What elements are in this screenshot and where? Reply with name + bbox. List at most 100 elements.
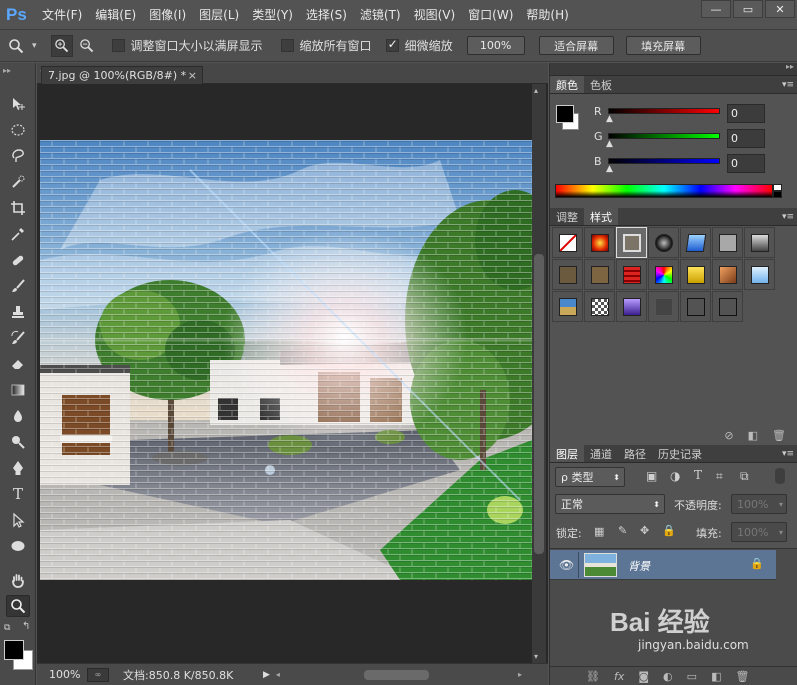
menu-filter[interactable]: 滤镜(T) (360, 6, 401, 23)
zoom-all-checkbox[interactable] (280, 39, 294, 52)
new-group-icon[interactable]: ▭ (687, 670, 697, 683)
layer-row-background[interactable]: 👁 背景 🔒 (550, 550, 776, 580)
layer-name[interactable]: 背景 (628, 558, 650, 574)
collapse-toolbar-icon[interactable]: ▸▸ (3, 66, 11, 75)
crop-tool-icon[interactable] (6, 197, 30, 219)
vertical-scroll-thumb[interactable] (534, 254, 544, 554)
brush-tool-icon[interactable] (6, 275, 30, 297)
lock-transparent-icon[interactable]: ▦ (594, 525, 604, 538)
style-dark-button-swatch[interactable] (648, 227, 679, 258)
scroll-up-arrow-icon[interactable]: ▴ (534, 86, 538, 95)
path-selection-tool-icon[interactable] (6, 509, 30, 531)
style-purple-swatch[interactable] (616, 291, 647, 322)
style-selected-swatch[interactable] (616, 227, 647, 258)
filter-type-icon[interactable]: T (694, 468, 702, 482)
green-value-input[interactable]: 0 (727, 129, 765, 148)
menu-layer[interactable]: 图层(L) (199, 6, 239, 23)
filter-pixel-icon[interactable]: ▣ (646, 469, 657, 483)
zoom-100-button[interactable]: 100% (466, 36, 525, 55)
menu-edit[interactable]: 编辑(E) (95, 6, 136, 23)
image-canvas[interactable] (40, 140, 532, 580)
spectrum-white-swatch[interactable] (773, 184, 782, 191)
red-slider-track[interactable] (608, 108, 720, 114)
horizontal-scrollbar[interactable] (284, 669, 514, 681)
lock-all-icon[interactable]: 🔒 (662, 524, 676, 537)
style-copper-swatch[interactable] (712, 259, 743, 290)
foreground-color-swatch[interactable] (4, 640, 24, 660)
filter-adjustment-icon[interactable]: ◑ (670, 469, 680, 483)
tab-swatches[interactable]: 色板 (584, 76, 618, 93)
zoom-in-icon[interactable] (50, 34, 73, 57)
style-landscape-swatch[interactable] (552, 291, 583, 322)
healing-brush-tool-icon[interactable] (6, 249, 30, 271)
lock-position-icon[interactable]: ✥ (640, 524, 649, 537)
status-menu-arrow-icon[interactable]: ▶ (263, 670, 270, 680)
marquee-tool-icon[interactable] (6, 119, 30, 141)
menu-select[interactable]: 选择(S) (306, 6, 347, 23)
menu-file[interactable]: 文件(F) (42, 6, 82, 23)
layer-visibility-eye-icon[interactable]: 👁 (559, 558, 574, 572)
hand-tool-icon[interactable] (6, 569, 30, 591)
tab-layers[interactable]: 图层 (550, 445, 584, 462)
resize-windows-checkbox[interactable] (111, 39, 125, 52)
new-style-icon[interactable]: ◧ (748, 429, 758, 442)
clone-stamp-tool-icon[interactable] (6, 301, 30, 323)
menu-type[interactable]: 类型(Y) (252, 6, 293, 23)
zoom-level[interactable]: 100% (49, 668, 87, 681)
restore-button[interactable]: ▭ (733, 0, 763, 18)
status-preview-icon[interactable]: ∞ (87, 667, 109, 682)
delete-layer-icon[interactable]: 🗑 (735, 670, 749, 683)
layer-filter-select[interactable]: ρ 类型 ⬍ (555, 467, 625, 487)
close-button[interactable]: ✕ (765, 0, 795, 18)
tab-adjustments[interactable]: 调整 (550, 208, 584, 225)
color-panel-menu-icon[interactable]: ▾≡ (782, 80, 794, 90)
style-red-glow-swatch[interactable] (584, 227, 615, 258)
fit-screen-button[interactable]: 适合屏幕 (538, 36, 614, 55)
filter-shape-icon[interactable]: ⌗ (716, 469, 723, 484)
layer-style-fx-icon[interactable]: fx (614, 670, 624, 683)
collapse-panels-icon[interactable]: ▸▸ (786, 62, 794, 71)
tab-color[interactable]: 颜色 (550, 76, 584, 93)
filter-toggle-icon[interactable] (775, 468, 785, 484)
history-brush-tool-icon[interactable] (6, 327, 30, 349)
blur-tool-icon[interactable] (6, 405, 30, 427)
menu-view[interactable]: 视图(V) (414, 6, 456, 23)
lock-pixels-icon[interactable]: ✎ (618, 524, 627, 537)
scrubby-zoom-checkbox[interactable] (385, 37, 399, 52)
style-light-blue-swatch[interactable] (744, 259, 775, 290)
add-mask-icon[interactable]: ◙ (638, 670, 649, 683)
ellipse-tool-icon[interactable] (6, 535, 30, 557)
green-slider-track[interactable] (608, 133, 720, 139)
menu-window[interactable]: 窗口(W) (468, 6, 513, 23)
style-rainbow-swatch[interactable] (648, 259, 679, 290)
blue-slider-thumb-icon[interactable]: ▲ (606, 164, 613, 174)
zoom-out-icon[interactable] (76, 35, 98, 57)
style-blue-glass-swatch[interactable] (680, 227, 711, 258)
tab-styles[interactable]: 样式 (584, 208, 618, 225)
link-layers-icon[interactable]: ⛓ (586, 670, 600, 683)
document-tab[interactable]: 7.jpg @ 100%(RGB/8#) * × (41, 66, 203, 84)
opacity-input[interactable]: 100% ▾ (731, 494, 787, 514)
layers-panel-menu-icon[interactable]: ▾≡ (782, 449, 794, 459)
clear-style-icon[interactable]: ⊘ (724, 429, 733, 442)
tab-paths[interactable]: 路径 (618, 445, 652, 462)
style-brown-swatch[interactable] (552, 259, 583, 290)
tab-channels[interactable]: 通道 (584, 445, 618, 462)
dodge-tool-icon[interactable] (6, 431, 30, 453)
style-red-stripe-swatch[interactable] (616, 259, 647, 290)
tab-history[interactable]: 历史记录 (652, 445, 708, 462)
blue-value-input[interactable]: 0 (727, 154, 765, 173)
horizontal-scroll-thumb[interactable] (363, 669, 429, 680)
style-gold-swatch[interactable] (680, 259, 711, 290)
vertical-scrollbar[interactable]: ▴ ▾ (532, 84, 546, 663)
fill-screen-button[interactable]: 填充屏幕 (625, 36, 701, 55)
style-chrome-swatch[interactable] (744, 227, 775, 258)
quick-select-tool-icon[interactable] (6, 171, 30, 193)
menu-help[interactable]: 帮助(H) (526, 6, 568, 23)
style-pattern-swatch[interactable] (584, 291, 615, 322)
swap-colors-icon[interactable]: ↰ (22, 621, 30, 632)
style-outline-swatch[interactable] (680, 291, 711, 322)
menu-image[interactable]: 图像(I) (149, 6, 186, 23)
style-outline-2-swatch[interactable] (712, 291, 743, 322)
lasso-tool-icon[interactable] (6, 145, 30, 167)
